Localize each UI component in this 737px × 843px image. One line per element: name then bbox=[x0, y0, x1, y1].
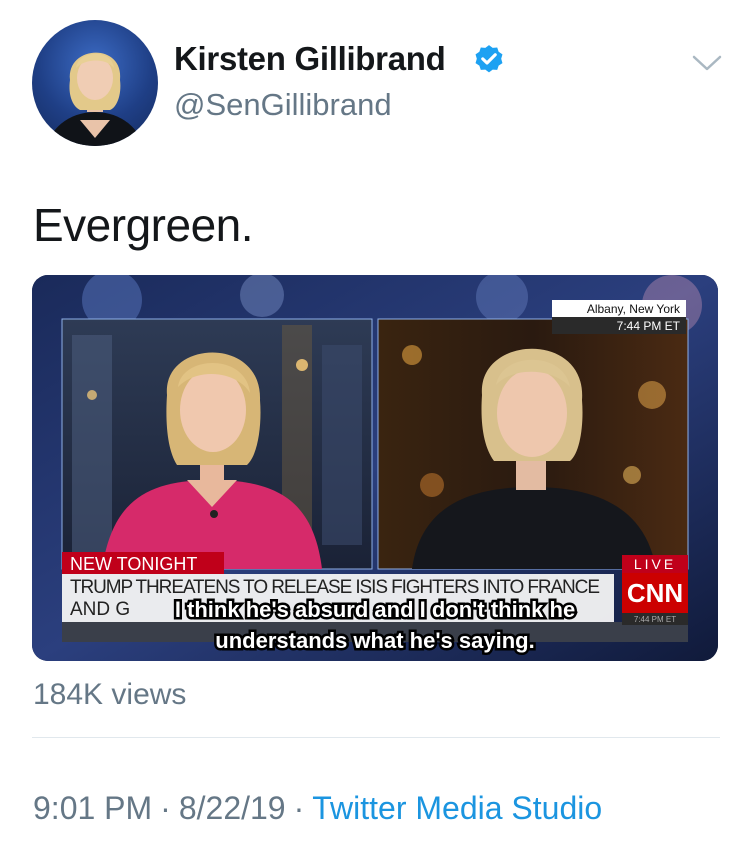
live-badge: LIVE bbox=[634, 556, 676, 572]
cnn-logo: CNN bbox=[627, 578, 683, 608]
location-time: 7:44 PM ET bbox=[617, 319, 681, 333]
tweet-meta: 9:01 PM · 8/22/19 · Twitter Media Studio bbox=[33, 790, 602, 827]
headline-line-2: AND G bbox=[70, 599, 130, 620]
location-label: Albany, New York bbox=[587, 302, 681, 316]
tweet-text: Evergreen. bbox=[33, 199, 254, 251]
tweet-time[interactable]: 9:01 PM bbox=[33, 790, 152, 826]
tweet-date[interactable]: 8/22/19 bbox=[179, 790, 286, 826]
caption-line-2: understands what he's saying. bbox=[215, 628, 534, 653]
network-time: 7:44 PM ET bbox=[634, 615, 676, 624]
meta-separator: · bbox=[293, 790, 305, 826]
author-handle[interactable]: @SenGillibrand bbox=[174, 87, 392, 123]
view-count: 184K views bbox=[33, 678, 187, 711]
verified-badge-icon bbox=[475, 45, 503, 73]
avatar-portrait bbox=[47, 52, 143, 146]
headline-line-1: TRUMP THREATENS TO RELEASE ISIS FIGHTERS… bbox=[70, 577, 600, 598]
lower-third-label: NEW TONIGHT bbox=[70, 554, 197, 574]
chevron-down-icon[interactable] bbox=[690, 52, 724, 74]
author-name[interactable]: Kirsten Gillibrand bbox=[174, 40, 446, 78]
meta-separator: · bbox=[160, 790, 171, 826]
video-player[interactable]: Albany, New York 7:44 PM ET NEW TONIGHT … bbox=[32, 275, 718, 661]
caption-line-1: I think he's absurd and I don't think he bbox=[175, 597, 575, 622]
video-frame: Albany, New York 7:44 PM ET NEW TONIGHT … bbox=[32, 275, 718, 661]
avatar[interactable] bbox=[32, 20, 158, 146]
source-link[interactable]: Twitter Media Studio bbox=[312, 790, 602, 826]
divider bbox=[32, 737, 720, 738]
